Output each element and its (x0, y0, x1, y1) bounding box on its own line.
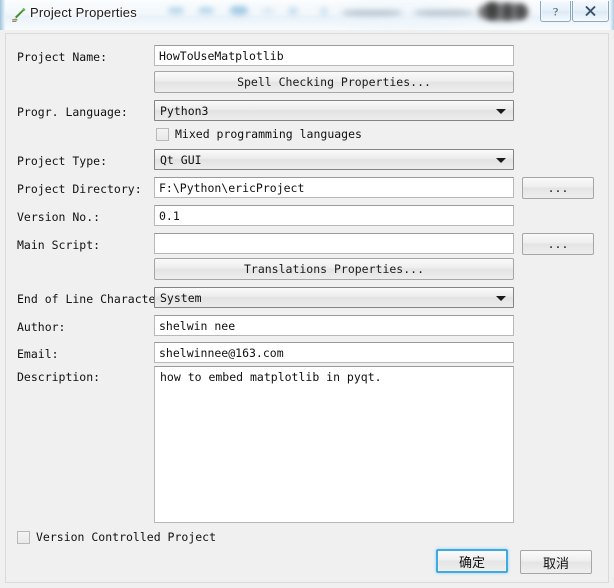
help-button[interactable]: ? (540, 1, 571, 22)
ok-button[interactable]: 确定 (436, 549, 508, 573)
project-directory-browse-button[interactable]: ... (522, 177, 594, 199)
version-controlled-checkbox[interactable]: Version Controlled Project (17, 530, 216, 544)
main-script-label: Main Script: (17, 238, 101, 252)
email-label: Email: (17, 347, 59, 361)
programming-language-value: Python3 (160, 104, 209, 118)
programming-language-combo[interactable]: Python3 (154, 100, 514, 121)
window-controls: ? (539, 1, 609, 22)
title-bar: Project Properties ? (0, 0, 614, 31)
glass-edge-left (0, 0, 5, 30)
version-controlled-label: Version Controlled Project (36, 530, 217, 544)
email-input[interactable]: shelwinnee@163.com (154, 342, 514, 363)
close-button[interactable] (572, 1, 609, 22)
mixed-languages-checkbox[interactable]: Mixed programming languages (156, 127, 362, 141)
version-no-label: Version No.: (17, 210, 101, 224)
window-title: Project Properties (30, 5, 137, 20)
properties-form: Project Name: HowToUseMatplotlib Spell C… (6, 34, 610, 584)
project-properties-dialog: Project Properties ? Project Name: HowTo… (0, 0, 614, 588)
eol-character-combo[interactable]: System (154, 287, 514, 308)
dialog-body: Project Name: HowToUseMatplotlib Spell C… (0, 30, 614, 588)
main-script-browse-button[interactable]: ... (522, 233, 594, 255)
chevron-down-icon (496, 296, 506, 301)
chevron-down-icon (496, 109, 506, 114)
glass-edge-right (610, 0, 614, 30)
checkbox-box (156, 127, 169, 141)
version-no-input[interactable]: 0.1 (154, 205, 514, 226)
checkbox-box (17, 530, 30, 544)
pen-icon (9, 6, 27, 24)
project-directory-input[interactable]: F:\Python\ericProject (154, 177, 514, 198)
project-type-label: Project Type: (17, 154, 108, 168)
project-directory-label: Project Directory: (17, 182, 142, 196)
cancel-button[interactable]: 取消 (520, 550, 592, 574)
project-name-label: Project Name: (17, 50, 108, 64)
description-label: Description: (17, 370, 101, 384)
project-type-combo[interactable]: Qt GUI (154, 149, 514, 170)
project-name-input[interactable]: HowToUseMatplotlib (154, 45, 514, 66)
main-script-input[interactable] (154, 233, 514, 254)
eol-character-label: End of Line Character: (17, 292, 170, 306)
author-label: Author: (17, 320, 66, 334)
chevron-down-icon (496, 158, 506, 163)
svg-text:?: ? (553, 5, 558, 18)
translations-properties-button[interactable]: Translations Properties... (154, 258, 514, 280)
dialog-inner-frame: Project Name: HowToUseMatplotlib Spell C… (5, 33, 609, 583)
description-textarea[interactable]: how to embed matplotlib in pyqt. (154, 366, 514, 523)
spell-checking-properties-button[interactable]: Spell Checking Properties... (154, 71, 514, 93)
programming-language-label: Progr. Language: (17, 105, 128, 119)
author-input[interactable]: shelwin nee (154, 315, 514, 336)
eol-character-value: System (160, 291, 202, 305)
project-type-value: Qt GUI (160, 153, 202, 167)
mixed-languages-label: Mixed programming languages (175, 127, 362, 141)
